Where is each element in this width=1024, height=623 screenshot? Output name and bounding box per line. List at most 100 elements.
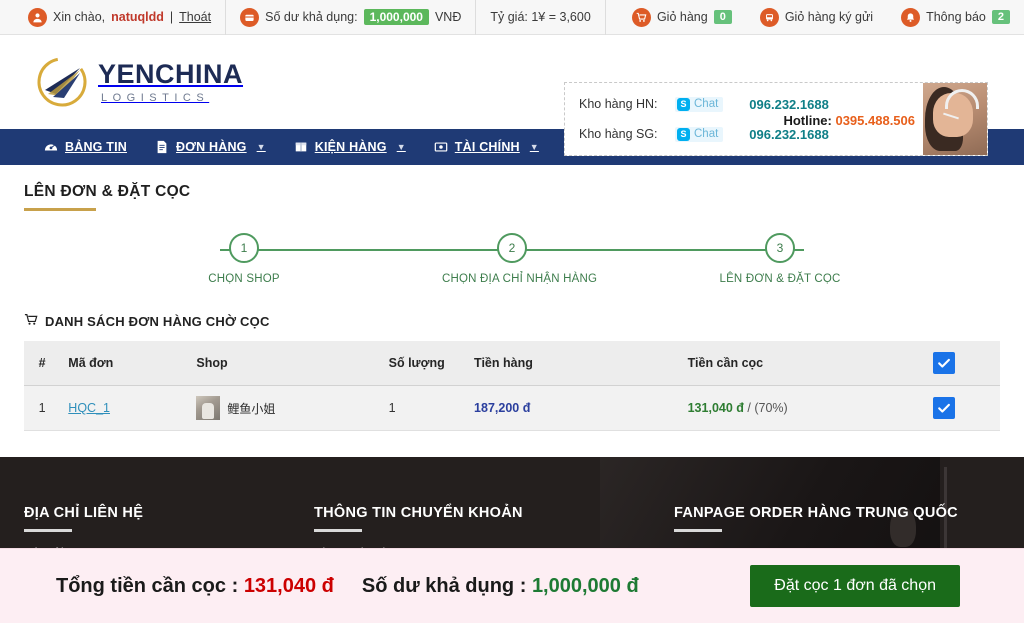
notification-label: Thông báo xyxy=(926,10,986,24)
logout-link[interactable]: Thoát xyxy=(179,10,211,24)
skype-icon: S xyxy=(677,128,690,141)
chevron-down-icon: ▼ xyxy=(530,142,539,152)
cell-quantity: 1 xyxy=(381,386,466,431)
nav-item-bang-tin[interactable]: BẢNG TIN xyxy=(30,129,141,165)
username-label: natuqldd xyxy=(111,10,164,24)
order-code-link[interactable]: HQC_1 xyxy=(68,401,110,415)
main-content: LÊN ĐƠN & ĐẶT CỌC 1 CHỌN SHOP 2 CHỌN ĐỊA… xyxy=(0,165,1024,431)
nav-label: BẢNG TIN xyxy=(65,140,127,154)
hotline-label: Hotline: xyxy=(783,113,831,128)
support-agent-photo xyxy=(923,83,987,155)
notification-count-badge: 2 xyxy=(992,10,1010,24)
deposit-value: 131,040 đ xyxy=(688,401,744,415)
box-icon xyxy=(294,140,308,154)
consign-cart-item[interactable]: Giỏ hàng ký gửi xyxy=(746,0,887,35)
deposit-action-bar: Tổng tiền cần cọc : 131,040 đ Số dư khả … xyxy=(0,548,1024,623)
notification-item[interactable]: Thông báo 2 xyxy=(887,0,1024,35)
warehouse-sg-phone: 096.232.1688 xyxy=(749,127,829,142)
step-label: LÊN ĐƠN & ĐẶT CỌC xyxy=(710,273,850,285)
hotline-number: 0395.488.506 xyxy=(835,113,915,128)
available-balance-value: 1,000,000 đ xyxy=(532,575,639,597)
footer-divider xyxy=(314,529,362,532)
skype-chat-hn-label: Chat xyxy=(694,98,718,110)
nav-label: ĐƠN HÀNG xyxy=(176,140,247,154)
consign-cart-label: Giỏ hàng ký gửi xyxy=(785,10,873,24)
step-number: 1 xyxy=(229,233,259,263)
total-deposit-value: 131,040 đ xyxy=(244,575,334,597)
contact-info-box: Kho hàng HN: S Chat 096.232.1688 Kho hàn… xyxy=(564,82,988,156)
cell-shop: 鲤鱼小姐 xyxy=(188,386,380,431)
amount-value: 187,200 đ xyxy=(474,401,530,415)
th-shop: Shop xyxy=(188,341,380,386)
logo-link[interactable]: YENCHINA LOGISTICS xyxy=(34,54,243,110)
footer-divider xyxy=(24,529,72,532)
stepper-step-1[interactable]: 1 CHỌN SHOP xyxy=(174,233,314,285)
orders-table-body: 1 HQC_1 鲤鱼小姐 1 187,200 đ xyxy=(24,386,1000,431)
warehouse-hn-label: Kho hàng HN: xyxy=(579,97,675,111)
th-deposit: Tiền cần cọc xyxy=(680,341,926,386)
cart-icon xyxy=(632,8,651,27)
cart-count-badge: 0 xyxy=(714,10,732,24)
cell-order-code: HQC_1 xyxy=(60,386,188,431)
hotline-block: Hotline: 0395.488.506 xyxy=(783,113,915,128)
skype-chat-sg-button[interactable]: S Chat xyxy=(675,127,723,142)
shop-cell: 鲤鱼小姐 xyxy=(196,396,372,420)
stepper-steps: 1 CHỌN SHOP 2 CHỌN ĐỊA CHỈ NHẬN HÀNG 3 L… xyxy=(174,233,850,285)
bus-icon xyxy=(760,8,779,27)
page-root: Xin chào, natuqldd | Thoát Số dư khả dụn… xyxy=(0,0,1024,623)
row-checkbox[interactable] xyxy=(933,397,955,419)
cart-icon xyxy=(24,313,38,329)
user-icon xyxy=(28,8,47,27)
nav-item-kien-hang[interactable]: KIỆN HÀNG ▼ xyxy=(280,129,420,165)
step-label: CHỌN SHOP xyxy=(174,273,314,285)
balance-item: Số dư khả dụng: 1,000,000 VNĐ xyxy=(226,0,476,35)
orders-table: # Mã đơn Shop Số lượng Tiền hàng Tiền cầ… xyxy=(24,341,1000,431)
exchange-rate-label: Tỷ giá: 1¥ = 3,600 xyxy=(490,10,590,24)
headset-icon xyxy=(945,89,979,109)
cell-index: 1 xyxy=(24,386,60,431)
stepper-step-3[interactable]: 3 LÊN ĐƠN & ĐẶT CỌC xyxy=(710,233,850,285)
exchange-rate-item: Tỷ giá: 1¥ = 3,600 xyxy=(476,0,605,35)
title-underline xyxy=(24,208,96,211)
totals-group: Tổng tiền cần cọc : 131,040 đ Số dư khả … xyxy=(56,575,639,598)
order-list-title: DANH SÁCH ĐƠN HÀNG CHỜ CỌC xyxy=(45,314,270,329)
nav-label: TÀI CHÍNH xyxy=(455,140,520,154)
balance-value: 1,000,000 xyxy=(364,9,429,25)
footer-fanpage-title: FANPAGE ORDER HÀNG TRUNG QUỐC xyxy=(674,505,994,521)
logo-text-block: YENCHINA LOGISTICS xyxy=(98,61,243,104)
wallet-icon xyxy=(240,8,259,27)
user-greeting-item: Xin chào, natuqldd | Thoát xyxy=(0,0,226,35)
skype-icon: S xyxy=(677,98,690,111)
total-deposit-label: Tổng tiền cần cọc : xyxy=(56,575,238,597)
total-deposit-block: Tổng tiền cần cọc : 131,040 đ xyxy=(56,575,334,598)
chevron-down-icon: ▼ xyxy=(257,142,266,152)
logo-mark-icon xyxy=(34,54,90,110)
nav-item-don-hang[interactable]: ĐƠN HÀNG ▼ xyxy=(141,129,280,165)
footer-bank-title: THÔNG TIN CHUYỂN KHOẢN xyxy=(314,505,674,521)
checkout-stepper: 1 CHỌN SHOP 2 CHỌN ĐỊA CHỈ NHẬN HÀNG 3 L… xyxy=(174,233,850,291)
topbar-left-group: Xin chào, natuqldd | Thoát Số dư khả dụn… xyxy=(0,0,606,35)
cell-amount: 187,200 đ xyxy=(466,386,680,431)
th-index: # xyxy=(24,341,60,386)
confirm-deposit-button[interactable]: Đặt cọc 1 đơn đã chọn xyxy=(750,565,960,607)
cell-select xyxy=(925,386,1000,431)
nav-label: KIỆN HÀNG xyxy=(315,140,387,154)
select-all-checkbox[interactable] xyxy=(933,352,955,374)
nav-item-tai-chinh[interactable]: TÀI CHÍNH ▼ xyxy=(420,129,553,165)
page-title: LÊN ĐƠN & ĐẶT CỌC xyxy=(24,165,1000,201)
cell-deposit: 131,040 đ / (70%) xyxy=(680,386,926,431)
money-icon xyxy=(434,140,448,154)
th-select-all xyxy=(925,341,1000,386)
cart-label: Giỏ hàng xyxy=(657,10,708,24)
step-label: CHỌN ĐỊA CHỈ NHẬN HÀNG xyxy=(442,273,582,285)
th-order-code: Mã đơn xyxy=(60,341,188,386)
order-list-heading: DANH SÁCH ĐƠN HÀNG CHỜ CỌC xyxy=(24,313,1000,329)
stepper-step-2[interactable]: 2 CHỌN ĐỊA CHỈ NHẬN HÀNG xyxy=(442,233,582,285)
skype-chat-hn-button[interactable]: S Chat xyxy=(675,97,723,112)
shop-name: 鲤鱼小姐 xyxy=(227,400,275,417)
cart-item[interactable]: Giỏ hàng 0 xyxy=(618,0,746,35)
deposit-percent: / (70%) xyxy=(747,401,787,415)
available-balance-label: Số dư khả dụng : xyxy=(362,575,526,597)
topbar-right-group: Giỏ hàng 0 Giỏ hàng ký gửi Thông báo 2 xyxy=(618,0,1024,35)
step-number: 2 xyxy=(497,233,527,263)
